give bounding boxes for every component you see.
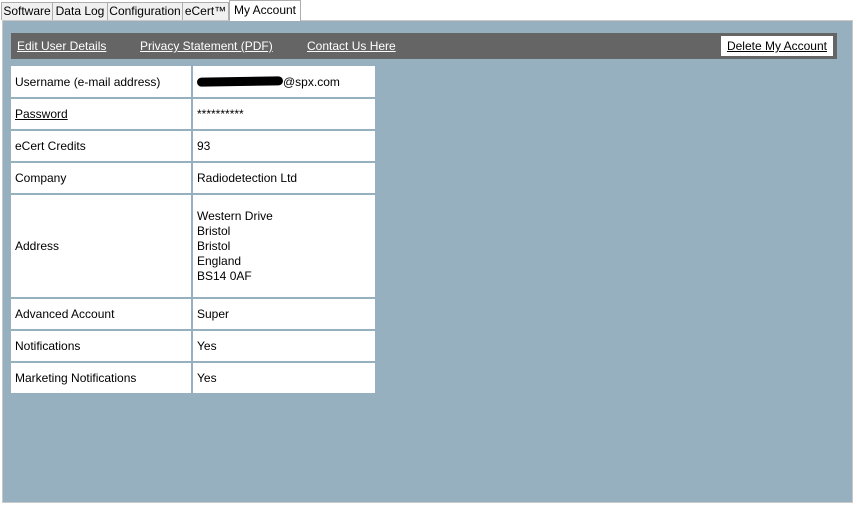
privacy-statement-link[interactable]: Privacy Statement (PDF)	[140, 39, 273, 53]
edit-user-details-link[interactable]: Edit User Details	[17, 39, 106, 53]
table-row: Advanced Account Super	[11, 299, 377, 329]
table-row: eCert Credits 93	[11, 131, 377, 161]
advanced-account-value: Super	[193, 299, 375, 329]
address-line: Western Drive	[197, 208, 273, 223]
marketing-notifications-value: Yes	[193, 363, 375, 393]
address-line: Bristol	[197, 238, 231, 253]
table-row: Username (e-mail address) @spx.com	[11, 66, 377, 97]
password-value: **********	[193, 99, 375, 129]
delete-my-account-button[interactable]: Delete My Account	[720, 36, 833, 56]
address-line: Bristol	[197, 223, 231, 238]
table-row: Company Radiodetection Ltd	[11, 163, 377, 193]
notifications-value: Yes	[193, 331, 375, 361]
password-link[interactable]: Password	[15, 107, 68, 121]
address-value: Western Drive Bristol Bristol England BS…	[193, 195, 375, 297]
account-toolbar: Edit User Details Privacy Statement (PDF…	[11, 33, 837, 59]
notifications-label: Notifications	[11, 331, 191, 361]
tab-data-log[interactable]: Data Log	[52, 2, 108, 20]
username-label: Username (e-mail address)	[11, 66, 191, 97]
username-visible-part: @spx.com	[283, 74, 340, 89]
tab-software[interactable]: Software	[1, 2, 53, 20]
tab-strip: Software Data Log Configuration eCert™ M…	[0, 0, 857, 22]
tab-configuration[interactable]: Configuration	[107, 2, 183, 20]
my-account-panel: Edit User Details Privacy Statement (PDF…	[2, 20, 853, 503]
ecert-credits-value: 93	[193, 131, 375, 161]
table-row: Address Western Drive Bristol Bristol En…	[11, 195, 377, 297]
address-line: BS14 0AF	[197, 268, 252, 283]
redacted-text-mark	[196, 76, 284, 87]
address-label: Address	[11, 195, 191, 297]
table-row: Notifications Yes	[11, 331, 377, 361]
marketing-notifications-label: Marketing Notifications	[11, 363, 191, 393]
advanced-account-label: Advanced Account	[11, 299, 191, 329]
password-label: Password	[11, 99, 191, 129]
company-label: Company	[11, 163, 191, 193]
table-row: Password **********	[11, 99, 377, 129]
ecert-credits-label: eCert Credits	[11, 131, 191, 161]
table-row: Marketing Notifications Yes	[11, 363, 377, 393]
company-value: Radiodetection Ltd	[193, 163, 375, 193]
tab-ecert[interactable]: eCert™	[182, 2, 229, 20]
address-line: England	[197, 253, 242, 268]
tab-my-account[interactable]: My Account	[229, 0, 301, 21]
username-value: @spx.com	[193, 66, 375, 97]
contact-us-link[interactable]: Contact Us Here	[307, 39, 396, 53]
